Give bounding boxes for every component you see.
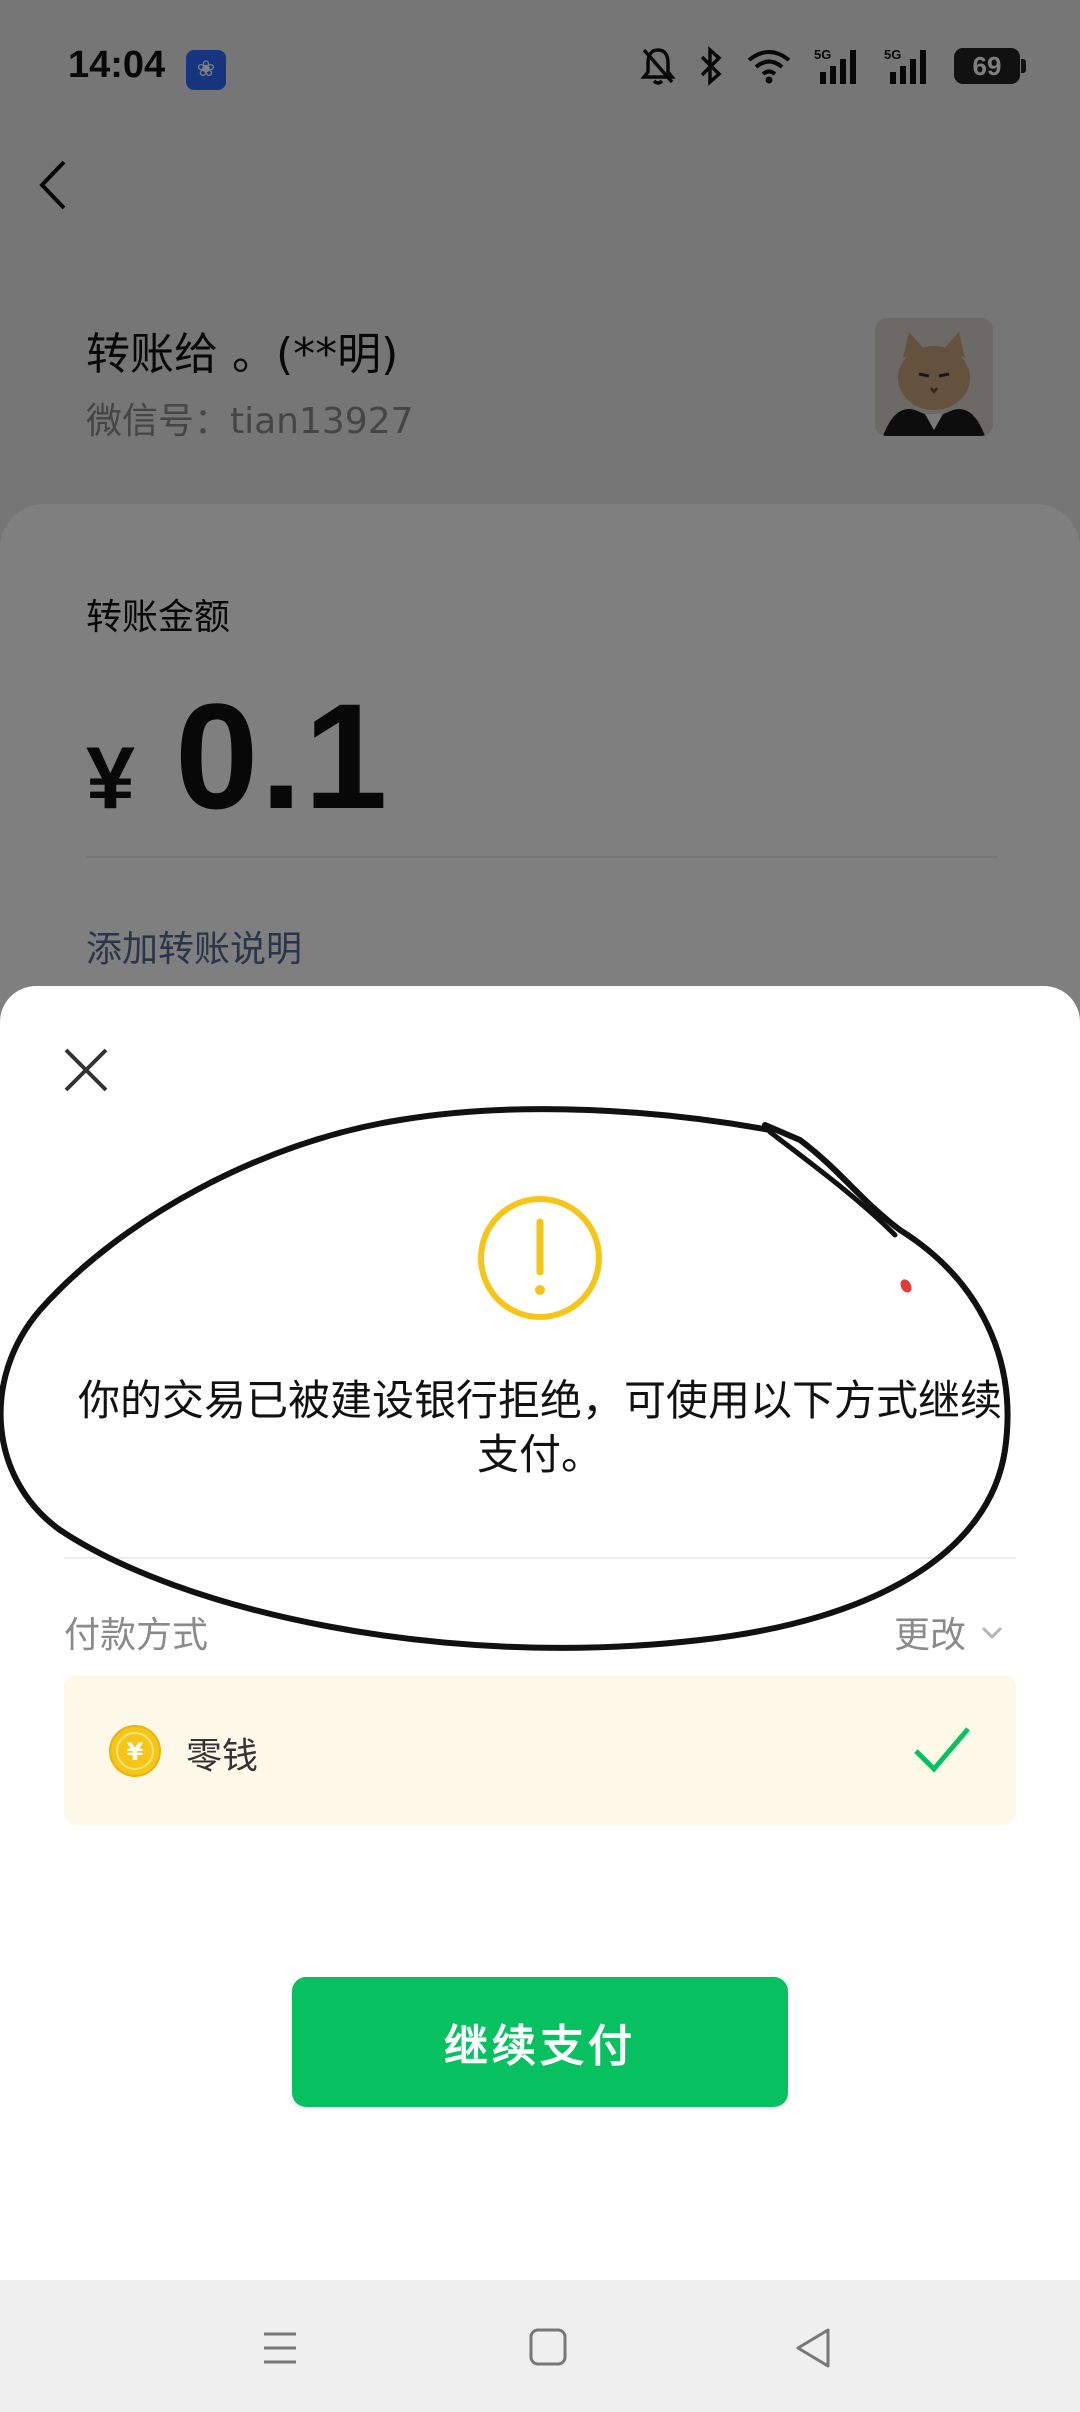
rejection-message: 你的交易已被建设银行拒绝，可使用以下方式继续支付。 xyxy=(77,1376,1002,1479)
menu-icon[interactable] xyxy=(250,2320,310,2376)
check-icon xyxy=(914,1727,970,1773)
change-payment-method-button[interactable]: 更改 xyxy=(894,1606,1004,1658)
change-label: 更改 xyxy=(893,1615,966,1656)
payment-failed-sheet: 你的交易已被建设银行拒绝，可使用以下方式继续支付。 付款方式 更改 ¥ 零钱 继… xyxy=(0,986,1080,2280)
svg-text:¥: ¥ xyxy=(127,1738,144,1766)
payment-method-label: 付款方式 xyxy=(64,1615,209,1656)
payment-method-option[interactable]: ¥ 零钱 xyxy=(64,1675,1016,1825)
back-triangle-icon[interactable] xyxy=(784,2320,844,2376)
close-icon[interactable] xyxy=(56,1040,116,1100)
continue-payment-button[interactable]: 继续支付 xyxy=(292,1977,788,2107)
exclamation-circle-icon xyxy=(478,1196,602,1320)
chevron-down-icon xyxy=(981,1626,1003,1640)
sheet-divider xyxy=(64,1557,1016,1559)
system-nav-bar xyxy=(0,2280,1080,2412)
payment-method-name: 零钱 xyxy=(186,1736,259,1777)
yuan-coin-icon: ¥ xyxy=(109,1725,161,1777)
home-square-icon[interactable] xyxy=(518,2320,578,2376)
